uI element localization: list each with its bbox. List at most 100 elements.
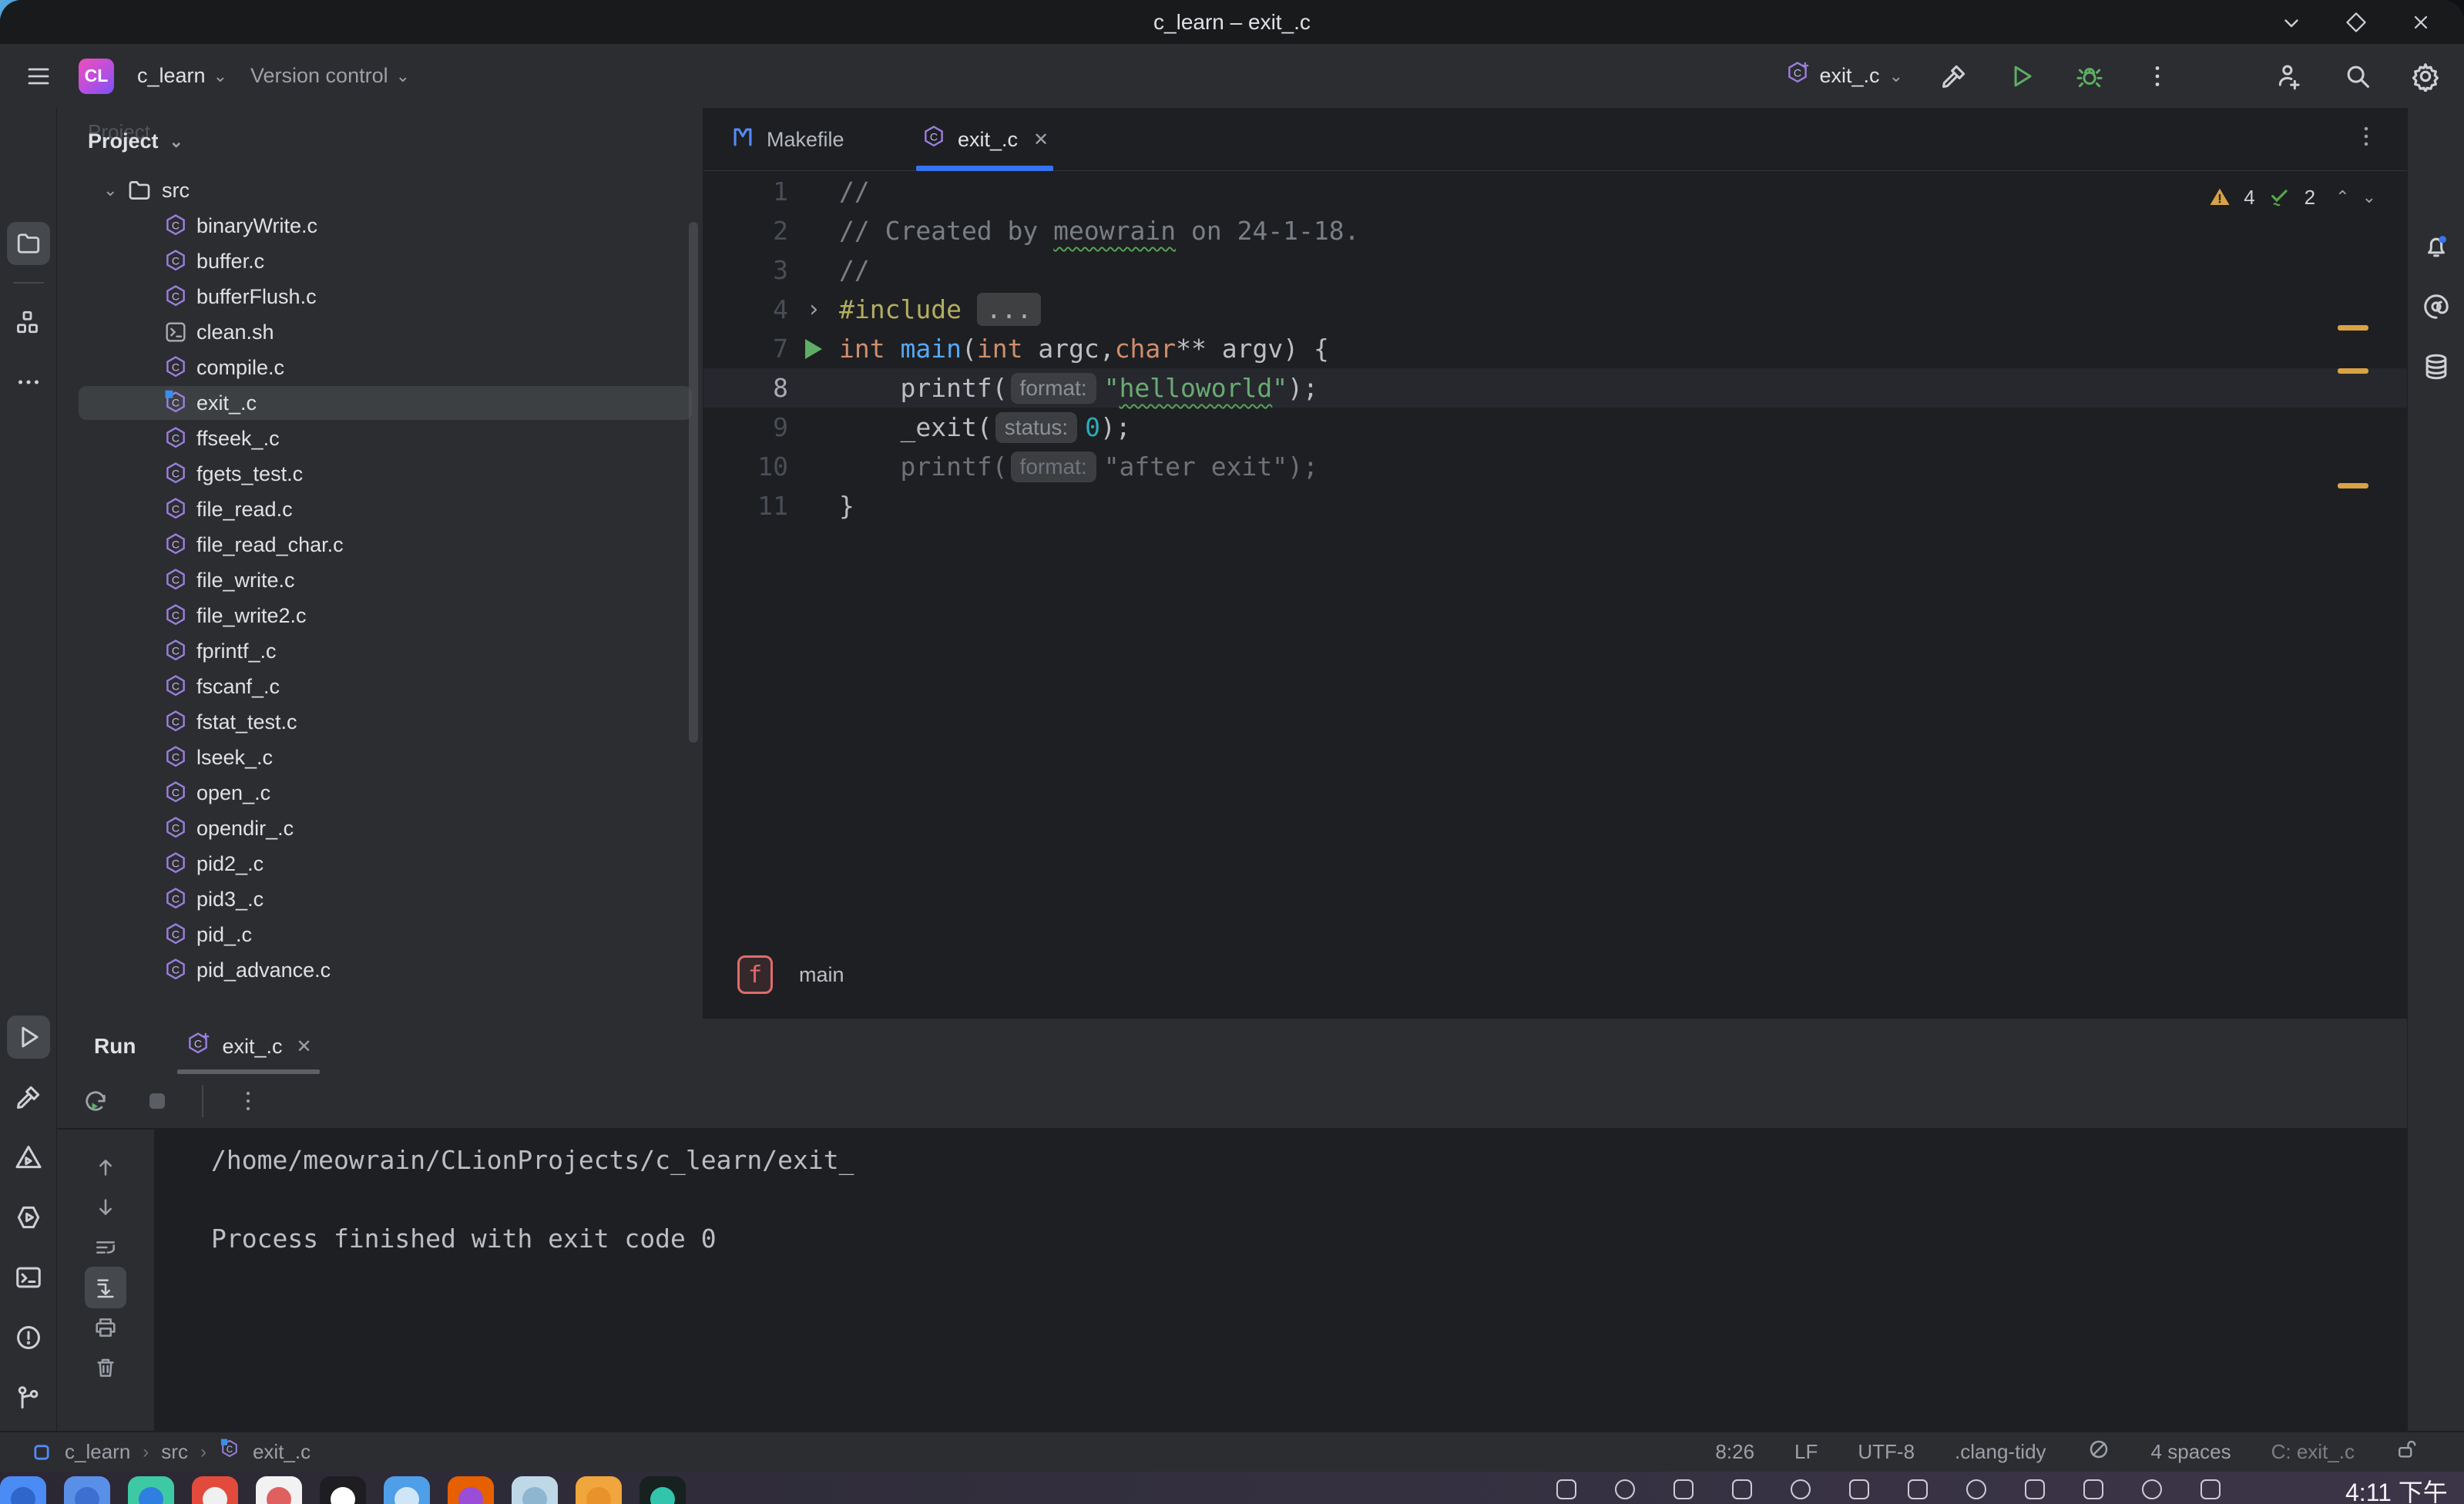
scroll-to-end-icon[interactable] (85, 1267, 126, 1308)
more-actions-icon[interactable] (2140, 59, 2174, 93)
warning-stripe-mark[interactable] (2338, 368, 2368, 374)
tree-row-opendir_.c[interactable]: C opendir_.c (57, 811, 703, 846)
tree-row-pid_advance.c[interactable]: C pid_advance.c (57, 952, 703, 988)
close-tab-icon[interactable]: ✕ (1033, 129, 1049, 151)
tree-row-file_write2.c[interactable]: C file_write2.c (57, 598, 703, 633)
tree-row-open_.c[interactable]: C open_.c (57, 775, 703, 811)
taskbar-app-app-store[interactable] (128, 1476, 174, 1504)
clang-tidy[interactable]: .clang-tidy (1955, 1440, 2046, 1464)
tray-icon[interactable] (1791, 1479, 1811, 1499)
run-console[interactable]: /home/meowrain/CLionProjects/c_learn/exi… (154, 1128, 2407, 1431)
run-options-kebab-icon[interactable] (231, 1084, 265, 1118)
taskbar-app-firefox[interactable] (448, 1476, 494, 1504)
indent-config[interactable]: 4 spaces (2151, 1440, 2231, 1464)
taskbar-app-chat[interactable] (320, 1476, 366, 1504)
problems-tool-icon[interactable] (7, 1316, 50, 1359)
system-tray[interactable] (1556, 1479, 2221, 1499)
taskbar-app-notes[interactable] (384, 1476, 430, 1504)
taskbar-app-clion[interactable] (639, 1476, 686, 1504)
run-tab-exit-c[interactable]: C exit_.c ✕ (185, 1019, 311, 1074)
rerun-icon[interactable] (79, 1084, 112, 1118)
line-ending[interactable]: LF (1794, 1440, 1818, 1464)
tree-scrollbar[interactable] (689, 222, 698, 743)
code-line-1[interactable]: 1// (703, 172, 2407, 211)
close-button[interactable] (2404, 5, 2438, 39)
settings-gear-icon[interactable] (2409, 59, 2442, 93)
version-control-tool-icon[interactable] (7, 1376, 50, 1419)
run-configuration-selector[interactable]: C exit_.c⌄ (1784, 60, 1903, 92)
tab-makefile[interactable]: Makefile (730, 108, 844, 171)
notifications-bell-icon[interactable] (2415, 225, 2458, 268)
taskbar-app-music[interactable] (256, 1476, 302, 1504)
code-line-10[interactable]: 10 printf(format:"after exit"); (703, 447, 2407, 486)
lock-icon[interactable] (2395, 1438, 2418, 1466)
fold-arrow-icon[interactable]: › (807, 290, 821, 329)
folded-region[interactable]: ... (977, 293, 1042, 326)
soft-wrap-icon[interactable] (85, 1227, 126, 1268)
taskbar-app-browser[interactable] (192, 1476, 238, 1504)
taskbar-app-avatar-app[interactable] (512, 1476, 558, 1504)
clear-console-icon[interactable] (85, 1347, 126, 1388)
profiler-tool-icon[interactable] (7, 1136, 50, 1179)
tree-row-pid_.c[interactable]: C pid_.c (57, 917, 703, 952)
run-tool-icon[interactable] (7, 1016, 50, 1059)
tree-row-fstat_test.c[interactable]: C fstat_test.c (57, 704, 703, 740)
search-everywhere-icon[interactable] (2341, 59, 2375, 93)
project-selector[interactable]: c_learn⌄ (137, 64, 227, 88)
code-line-2[interactable]: 2// Created by meowrain on 24-1-18. (703, 211, 2407, 250)
tree-row-lseek_.c[interactable]: C lseek_.c (57, 740, 703, 775)
tray-icon[interactable] (1615, 1479, 1635, 1499)
tray-icon[interactable] (2025, 1479, 2045, 1499)
print-icon[interactable] (85, 1307, 126, 1348)
caret-position[interactable]: 8:26 (1715, 1440, 1754, 1464)
tray-icon[interactable] (2083, 1479, 2103, 1499)
version-control-menu[interactable]: Version control⌄ (250, 64, 410, 88)
maximize-button[interactable] (2339, 5, 2373, 39)
code-line-8[interactable]: 8 printf(format:"helloworld"); (703, 368, 2407, 408)
tree-row-file_read_char.c[interactable]: C file_read_char.c (57, 527, 703, 562)
code-line-11[interactable]: 11} (703, 486, 2407, 525)
ai-assistant-icon[interactable] (2415, 285, 2458, 328)
tree-row-pid3_.c[interactable]: C pid3_.c (57, 881, 703, 917)
tree-row-fprintf_.c[interactable]: C fprintf_.c (57, 633, 703, 669)
minimize-button[interactable] (2274, 5, 2308, 39)
close-run-tab-icon[interactable]: ✕ (296, 1036, 311, 1058)
chevron-down-icon[interactable]: ⌄ (103, 180, 126, 200)
build-icon[interactable] (1937, 59, 1971, 93)
tree-row-buffer.c[interactable]: C buffer.c (57, 243, 703, 279)
code-line-4[interactable]: 4›#include ... (703, 290, 2407, 329)
stop-icon[interactable] (140, 1084, 174, 1118)
code-line-3[interactable]: 3// (703, 250, 2407, 290)
services-tool-icon[interactable] (7, 1196, 50, 1239)
tray-icon[interactable] (1556, 1479, 1576, 1499)
ai-disabled-icon[interactable] (2086, 1437, 2111, 1467)
tray-icon[interactable] (1966, 1479, 1986, 1499)
debug-icon[interactable] (2073, 59, 2106, 93)
tray-icon[interactable] (1849, 1479, 1869, 1499)
tray-icon[interactable] (1732, 1479, 1752, 1499)
function-name[interactable]: main (799, 963, 844, 987)
tab-exit-c[interactable]: C exit_.c ✕ (921, 108, 1049, 171)
tree-row-binaryWrite.c[interactable]: C binaryWrite.c (57, 208, 703, 243)
code-editor[interactable]: 1//2// Created by meowrain on 24-1-18.3/… (703, 172, 2407, 923)
tray-icon[interactable] (2200, 1479, 2221, 1499)
editor-options-kebab-icon[interactable] (2353, 123, 2379, 153)
taskbar-app-documents[interactable] (576, 1476, 622, 1504)
run-context[interactable]: C: exit_.c (2271, 1440, 2355, 1464)
tree-row-ffseek_.c[interactable]: C ffseek_.c (57, 421, 703, 456)
warning-stripe-mark[interactable] (2338, 325, 2368, 331)
warning-stripe-mark[interactable] (2338, 483, 2368, 488)
code-with-me-icon[interactable] (2273, 59, 2307, 93)
tree-row-exit_.c[interactable]: C exit_.c (57, 385, 703, 421)
tree-row-fscanf_.c[interactable]: C fscanf_.c (57, 669, 703, 704)
tree-row-bufferFlush.c[interactable]: C bufferFlush.c (57, 279, 703, 314)
encoding[interactable]: UTF-8 (1858, 1440, 1915, 1464)
run-line-icon[interactable] (805, 339, 822, 359)
database-icon[interactable] (2415, 345, 2458, 388)
code-line-7[interactable]: 7int main(int argc,char** argv) { (703, 329, 2407, 368)
tree-row-clean.sh[interactable]: clean.sh (57, 314, 703, 350)
tree-row-file_write.c[interactable]: C file_write.c (57, 562, 703, 598)
tree-row-compile.c[interactable]: C compile.c (57, 350, 703, 385)
hamburger-menu-icon[interactable] (22, 59, 55, 93)
terminal-tool-icon[interactable] (7, 1256, 50, 1299)
